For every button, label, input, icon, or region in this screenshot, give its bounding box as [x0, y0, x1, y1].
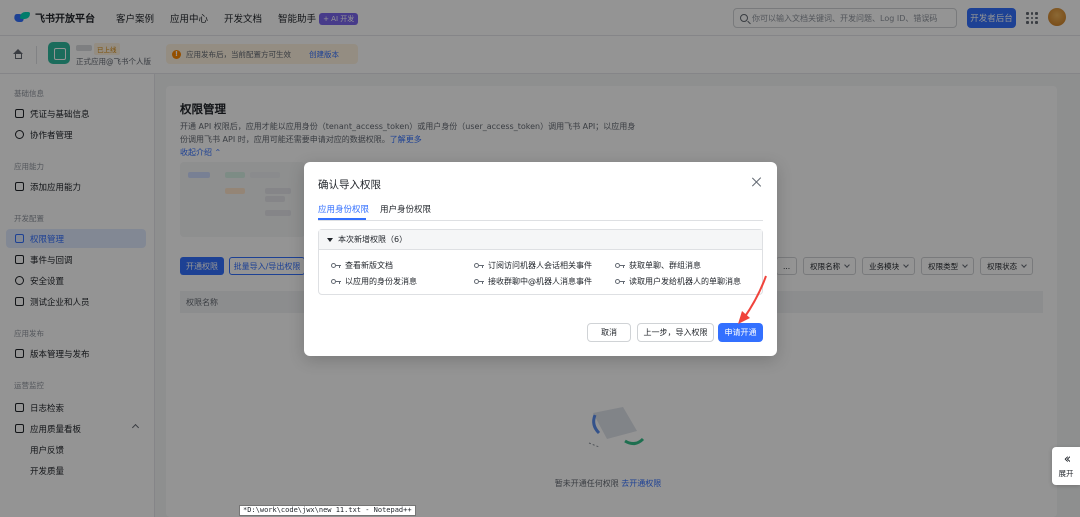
window-tooltip: *D:\work\code\jwx\new 11.txt - Notepad++ — [239, 505, 416, 516]
list-item: 查看新版文档 — [331, 260, 393, 271]
tab-app-identity[interactable]: 应用身份权限 — [318, 203, 369, 215]
double-chevron-left-icon: ‹‹ — [1063, 452, 1072, 467]
cancel-button[interactable]: 取消 — [587, 323, 631, 342]
section-title: 本次新增权限（6） — [338, 235, 408, 244]
permission-name: 以应用的身份发消息 — [345, 277, 417, 286]
permission-name: 查看新版文档 — [345, 261, 393, 270]
permission-tabs: 应用身份权限 用户身份权限 — [318, 199, 763, 221]
list-item: 读取用户发给机器人的单聊消息 — [615, 276, 741, 287]
expand-panel-button[interactable]: ‹‹ 展开 — [1052, 447, 1080, 485]
apply-button[interactable]: 申请开通 — [718, 323, 763, 342]
permission-name: 读取用户发给机器人的单聊消息 — [629, 277, 741, 286]
list-item: 获取单聊、群组消息 — [615, 260, 701, 271]
list-item: 以应用的身份发消息 — [331, 276, 417, 287]
key-icon — [474, 262, 484, 269]
list-item: 订阅访问机器人会话相关事件 — [474, 260, 592, 271]
key-icon — [474, 278, 484, 285]
key-icon — [615, 278, 625, 285]
expand-label: 展开 — [1058, 469, 1074, 478]
caret-down-icon — [327, 237, 333, 242]
key-icon — [615, 262, 625, 269]
previous-step-button[interactable]: 上一步，导入权限 — [637, 323, 714, 342]
permission-name: 获取单聊、群组消息 — [629, 261, 701, 270]
key-icon — [331, 278, 341, 285]
permission-name: 接收群聊中@机器人消息事件 — [488, 277, 592, 286]
active-tab-indicator — [318, 218, 366, 220]
close-icon[interactable] — [751, 176, 763, 188]
tab-user-identity[interactable]: 用户身份权限 — [380, 203, 431, 215]
list-item: 接收群聊中@机器人消息事件 — [474, 276, 592, 287]
key-icon — [331, 262, 341, 269]
section-header[interactable]: 本次新增权限（6） — [319, 230, 762, 250]
dialog-title: 确认导入权限 — [318, 179, 381, 191]
new-permissions-panel: 本次新增权限（6） 查看新版文档 订阅访问机器人会话相关事件 获取单聊、群组消息… — [318, 229, 763, 295]
permission-name: 订阅访问机器人会话相关事件 — [488, 261, 592, 270]
confirm-import-dialog: 确认导入权限 应用身份权限 用户身份权限 本次新增权限（6） 查看新版文档 订阅… — [304, 162, 777, 356]
